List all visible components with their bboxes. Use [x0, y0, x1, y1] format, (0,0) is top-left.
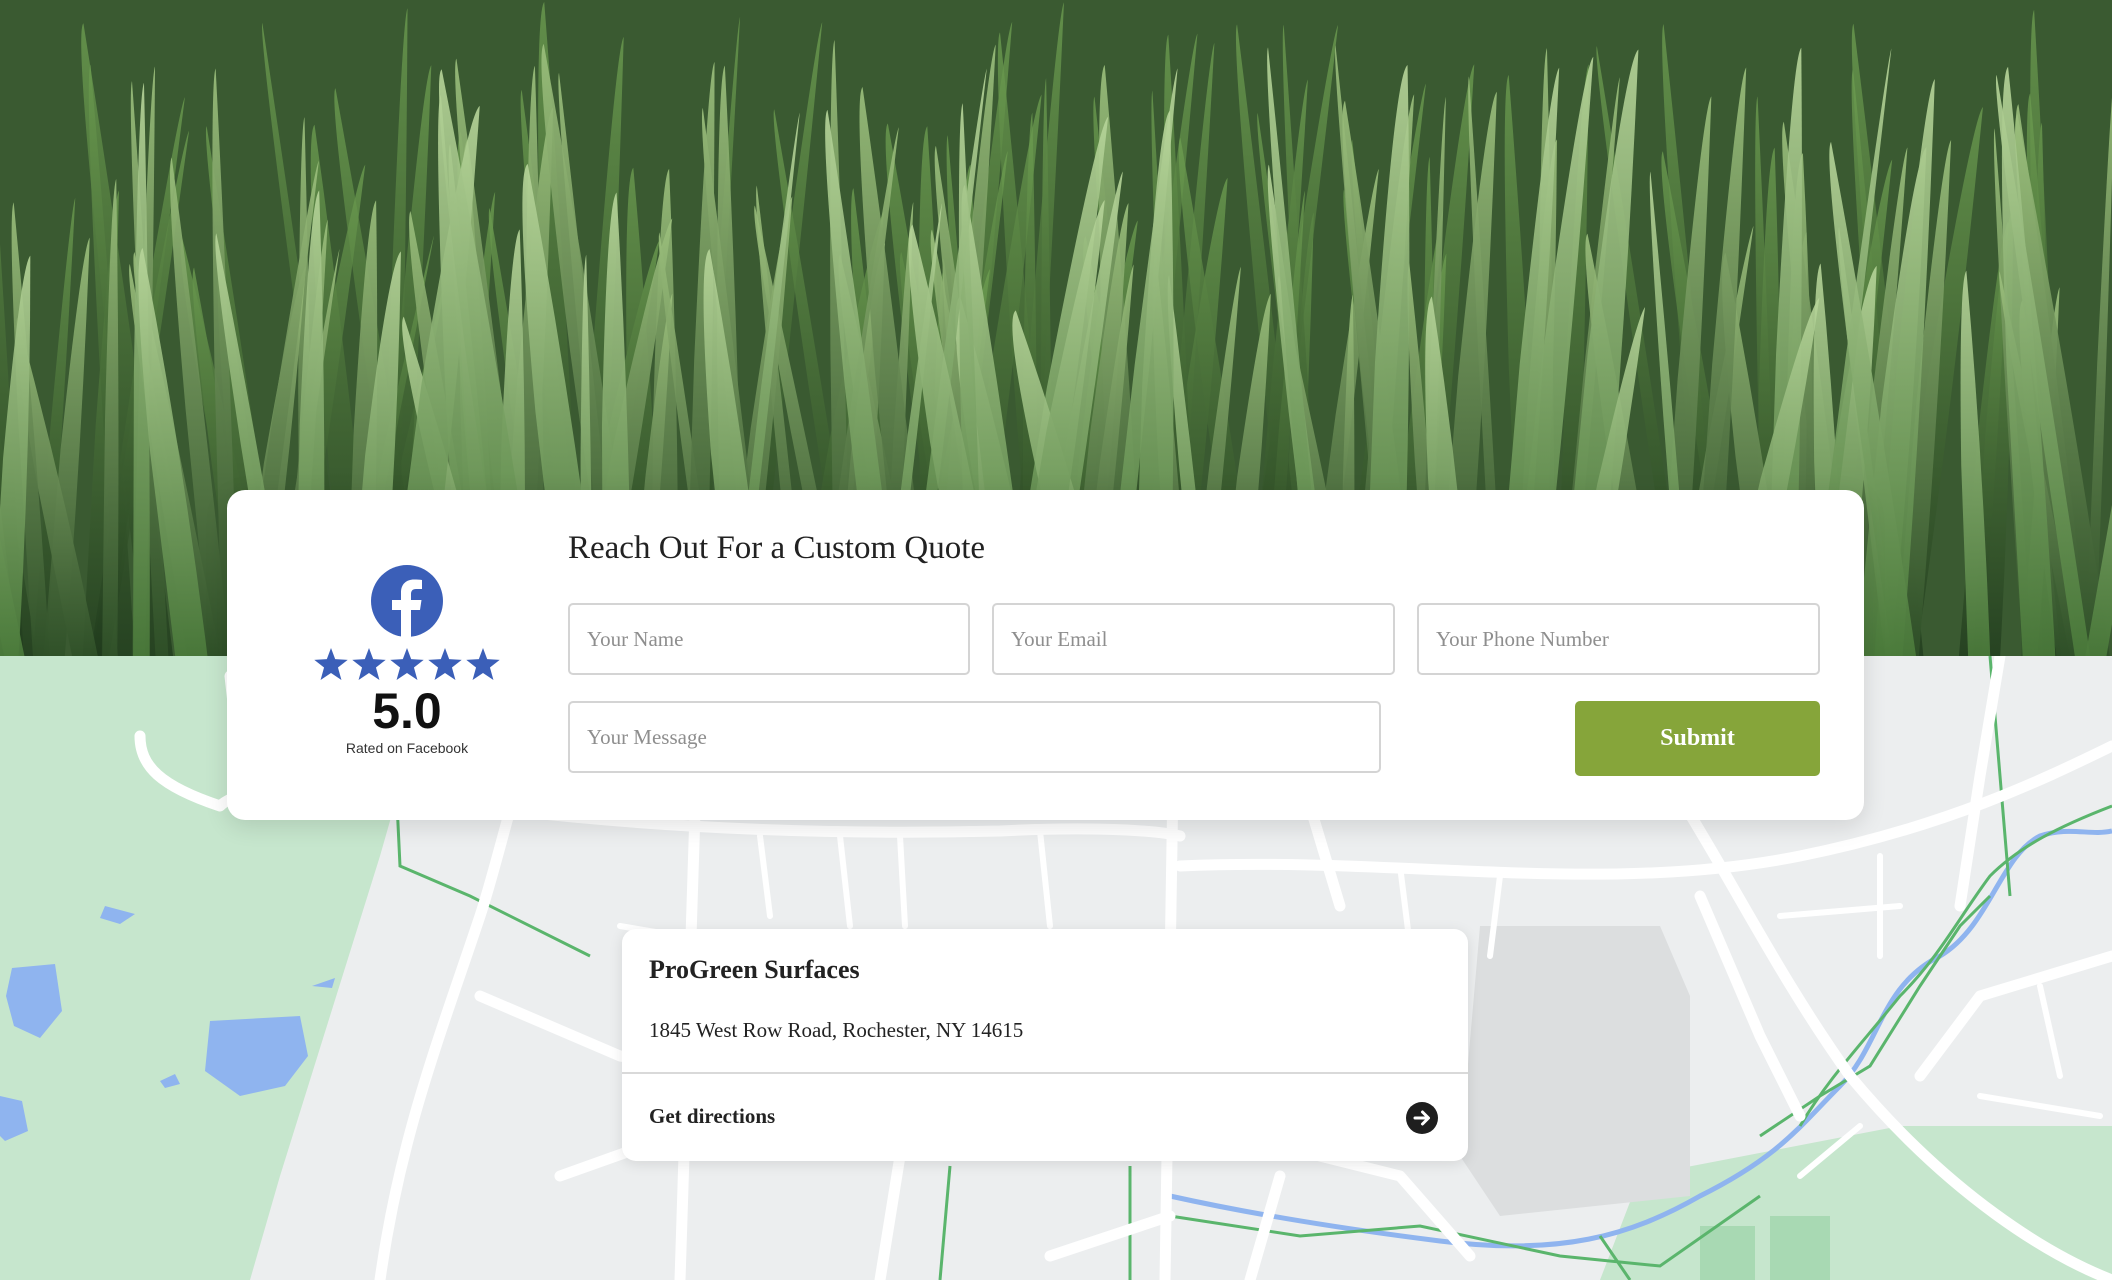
rating-caption: Rated on Facebook [345, 740, 469, 756]
star-icon [390, 648, 424, 680]
rating-value: 5.0 [372, 683, 442, 739]
submit-button[interactable]: Submit [1575, 701, 1820, 776]
form-title: Reach Out For a Custom Quote [568, 530, 986, 566]
location-card: ProGreen Surfaces 1845 West Row Road, Ro… [622, 929, 1468, 1161]
quote-form-card: 5.0 Rated on Facebook Reach Out For a Cu… [227, 490, 1864, 820]
star-icon [352, 648, 386, 680]
star-icon [314, 648, 348, 680]
star-icon [466, 648, 500, 680]
name-input[interactable] [568, 603, 970, 675]
business-address: 1845 West Row Road, Rochester, NY 14615 [649, 1018, 1024, 1042]
star-rating [307, 648, 507, 680]
email-input[interactable] [992, 603, 1395, 675]
message-input[interactable] [568, 701, 1381, 773]
phone-input[interactable] [1417, 603, 1820, 675]
facebook-icon [371, 565, 443, 638]
get-directions-label: Get directions [649, 1104, 776, 1128]
arrow-right-circle-icon[interactable] [1406, 1102, 1438, 1134]
facebook-rating-badge: 5.0 Rated on Facebook [307, 564, 507, 756]
business-name: ProGreen Surfaces [649, 955, 860, 984]
get-directions-link[interactable]: Get directions [622, 1074, 1468, 1161]
star-icon [428, 648, 462, 680]
